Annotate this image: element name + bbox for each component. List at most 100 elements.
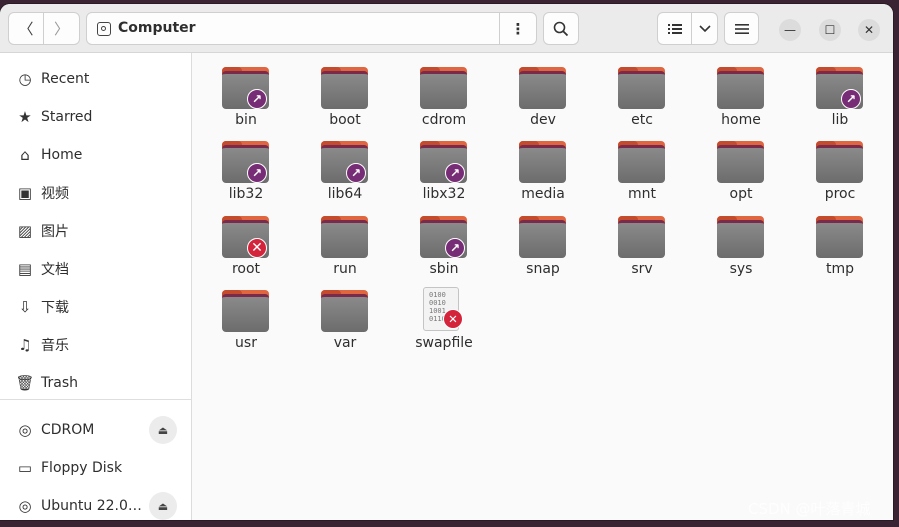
sidebar-item-label: Trash xyxy=(41,375,78,391)
sidebar-item-download[interactable]: ⇩ 下载 xyxy=(0,290,191,324)
folder-icon xyxy=(618,141,665,183)
folder-icon xyxy=(222,290,269,332)
file-item-swapfile[interactable]: 0100 0010 1001 0110 ✕ swapfile xyxy=(399,278,489,351)
file-item-tmp[interactable]: tmp xyxy=(795,204,885,277)
file-item-home[interactable]: home xyxy=(696,55,786,128)
file-item-proc[interactable]: proc xyxy=(795,129,885,202)
eject-button[interactable]: ⏏ xyxy=(149,416,177,444)
file-name: opt xyxy=(729,186,753,202)
file-item-bin[interactable]: ↗ bin xyxy=(201,55,291,128)
file-name: dev xyxy=(530,112,556,128)
file-grid: ↗ bin boot cdrom dev etc home ↗ lib ↗ lib32 ↗ lib64 ↗… xyxy=(192,53,893,520)
sidebar-device-label: Ubuntu 22.0… xyxy=(41,498,142,514)
eject-button[interactable]: ⏏ xyxy=(149,492,177,520)
file-manager-window: 〈 〉 Computer ⋮ — ☐ ✕ ◷ Recent ★ Starred … xyxy=(0,4,893,520)
file-item-sbin[interactable]: ↗ sbin xyxy=(399,204,489,277)
main-menu-button[interactable] xyxy=(724,12,759,45)
sidebar-item-label: Home xyxy=(41,147,83,163)
drive-icon: ▭ xyxy=(17,459,33,477)
sidebar-device-0[interactable]: ◎ CDROM ⏏ xyxy=(0,413,191,447)
file-item-snap[interactable]: snap xyxy=(498,204,588,277)
symlink-badge-icon: ↗ xyxy=(247,163,267,183)
file-item-lib32[interactable]: ↗ lib32 xyxy=(201,129,291,202)
symlink-badge-icon: ↗ xyxy=(346,163,366,183)
search-button[interactable] xyxy=(543,12,579,45)
file-name: etc xyxy=(631,112,653,128)
file-item-lib64[interactable]: ↗ lib64 xyxy=(300,129,390,202)
file-name: boot xyxy=(329,112,361,128)
minimize-icon: — xyxy=(784,23,796,37)
symlink-badge-icon: ↗ xyxy=(247,89,267,109)
folder-icon xyxy=(717,67,764,109)
no-access-badge-icon: ✕ xyxy=(247,238,267,258)
eject-icon: ⏏ xyxy=(157,499,169,513)
sidebar-item-music[interactable]: ♫ 音乐 xyxy=(0,328,191,362)
file-item-media[interactable]: media xyxy=(498,129,588,202)
file-name: run xyxy=(333,261,357,277)
sidebar-item-trash[interactable]: 🗑 Trash xyxy=(0,366,191,400)
file-item-srv[interactable]: srv xyxy=(597,204,687,277)
file-item-lib[interactable]: ↗ lib xyxy=(795,55,885,128)
star-icon: ★ xyxy=(18,108,32,126)
sidebar-item-star[interactable]: ★ Starred xyxy=(0,100,191,134)
file-item-root[interactable]: ✕ root xyxy=(201,204,291,277)
back-button[interactable]: 〈 xyxy=(8,12,44,45)
symlink-badge-icon: ↗ xyxy=(445,163,465,183)
sidebar-item-clock[interactable]: ◷ Recent xyxy=(0,62,191,96)
file-name: snap xyxy=(526,261,560,277)
sidebar-item-image[interactable]: ▨ 图片 xyxy=(0,214,191,248)
view-options-button[interactable] xyxy=(691,12,718,45)
folder-icon xyxy=(420,67,467,109)
maximize-button[interactable]: ☐ xyxy=(819,19,841,41)
binary-file-icon: 0100 0010 1001 0110 ✕ xyxy=(423,287,463,331)
header-bar: 〈 〉 Computer ⋮ — ☐ ✕ xyxy=(0,4,893,53)
list-view-icon xyxy=(667,23,682,34)
trash-icon: 🗑 xyxy=(15,374,35,392)
file-item-sys[interactable]: sys xyxy=(696,204,786,277)
symlink-badge-icon: ↗ xyxy=(841,89,861,109)
file-name: usr xyxy=(235,335,257,351)
folder-icon: ↗ xyxy=(222,141,269,183)
file-item-var[interactable]: var xyxy=(300,278,390,351)
file-item-boot[interactable]: boot xyxy=(300,55,390,128)
sidebar-item-home[interactable]: ⌂ Home xyxy=(0,138,191,172)
sidebar-item-label: 下载 xyxy=(41,300,69,316)
folder-icon xyxy=(321,216,368,258)
path-bar[interactable]: Computer ⋮ xyxy=(86,12,537,45)
folder-icon xyxy=(519,67,566,109)
folder-icon xyxy=(321,290,368,332)
sidebar-device-1[interactable]: ▭ Floppy Disk xyxy=(0,451,191,485)
folder-icon xyxy=(816,216,863,258)
maximize-icon: ☐ xyxy=(824,23,836,37)
file-item-run[interactable]: run xyxy=(300,204,390,277)
file-item-opt[interactable]: opt xyxy=(696,129,786,202)
file-name: swapfile xyxy=(415,335,473,351)
music-icon: ♫ xyxy=(18,336,32,354)
file-name: media xyxy=(521,186,565,202)
symlink-badge-icon: ↗ xyxy=(445,238,465,258)
minimize-button[interactable]: — xyxy=(779,19,801,41)
file-name: sys xyxy=(729,261,753,277)
list-view-button[interactable] xyxy=(657,12,692,45)
path-menu-button[interactable]: ⋮ xyxy=(499,12,536,45)
file-item-etc[interactable]: etc xyxy=(597,55,687,128)
sidebar-item-label: Starred xyxy=(41,109,93,125)
sidebar-item-document[interactable]: ▤ 文档 xyxy=(0,252,191,286)
file-name: proc xyxy=(824,186,856,202)
folder-icon xyxy=(618,216,665,258)
sidebar-item-video[interactable]: ▣ 视频 xyxy=(0,176,191,210)
file-name: bin xyxy=(235,112,257,128)
folder-icon: ✕ xyxy=(222,216,269,258)
forward-button[interactable]: 〉 xyxy=(43,12,80,45)
close-button[interactable]: ✕ xyxy=(858,19,880,41)
file-preview-line: 0100 xyxy=(429,291,446,299)
chevron-right-icon: 〉 xyxy=(53,20,69,38)
file-name: cdrom xyxy=(421,112,467,128)
file-item-libx32[interactable]: ↗ libx32 xyxy=(399,129,489,202)
file-item-cdrom[interactable]: cdrom xyxy=(399,55,489,128)
search-icon xyxy=(553,21,569,36)
file-item-usr[interactable]: usr xyxy=(201,278,291,351)
sidebar-device-2[interactable]: ◎ Ubuntu 22.0… ⏏ xyxy=(0,489,191,520)
file-item-mnt[interactable]: mnt xyxy=(597,129,687,202)
file-item-dev[interactable]: dev xyxy=(498,55,588,128)
